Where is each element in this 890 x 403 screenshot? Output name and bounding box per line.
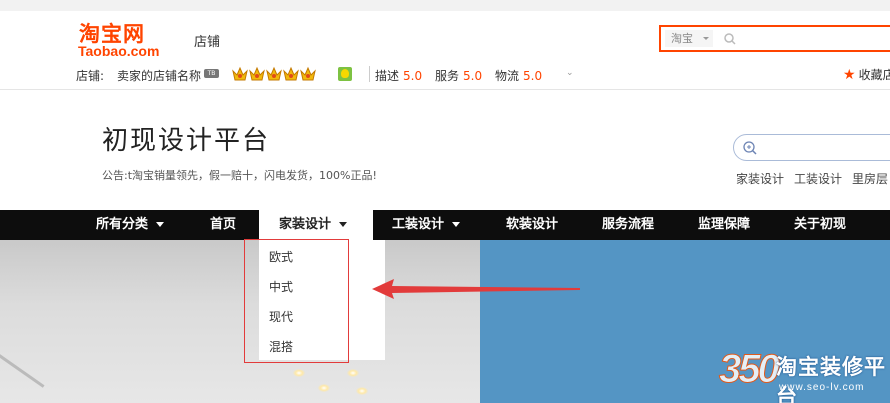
nav-home[interactable]: 首页 xyxy=(210,210,236,240)
shop-search-input[interactable] xyxy=(733,134,890,161)
nav-about[interactable]: 关于初现 xyxy=(794,210,846,240)
nav-soft-design[interactable]: 软装设计 xyxy=(506,210,558,240)
favorite-shop-button[interactable]: ★ 收藏店 xyxy=(843,66,890,83)
watermark-number: 350 xyxy=(719,347,781,392)
crown-rating[interactable] xyxy=(232,66,322,82)
taobao-search-box[interactable]: 淘宝 xyxy=(659,25,890,52)
shop-name-link[interactable]: 卖家的店铺名称 xyxy=(117,67,201,84)
consumer-guarantee-icon[interactable] xyxy=(338,67,352,81)
taobao-logo[interactable]: 淘宝网 Taobao.com xyxy=(76,18,168,60)
crown-icon xyxy=(266,66,282,81)
tag-link[interactable]: 家装设计 xyxy=(736,172,784,186)
shop-navbar: 所有分类 首页 工装设计 软装设计 服务流程 监理保障 关于初现 xyxy=(0,210,890,240)
search-scope-label: 淘宝 xyxy=(671,32,693,45)
search-icon xyxy=(743,141,757,155)
ceiling-lamp xyxy=(293,369,305,377)
search-icon xyxy=(724,33,736,45)
chevron-down-icon xyxy=(339,222,348,227)
tag-link[interactable]: 里房层 xyxy=(852,172,888,186)
tag-link[interactable]: 工装设计 xyxy=(794,172,842,186)
watermark-text: 淘宝装修平台 xyxy=(776,355,886,403)
rating-service: 服务 5.0 xyxy=(435,69,483,83)
nav-home-design-active[interactable]: 家装设计 xyxy=(259,210,373,240)
nav-all-categories[interactable]: 所有分类 xyxy=(96,210,165,240)
crown-icon xyxy=(300,66,316,81)
divider xyxy=(0,89,890,90)
watermark-url: www.seo-lv.com xyxy=(779,382,865,393)
nav-home-design[interactable]: 家装设计 xyxy=(279,210,348,240)
shop-title: 初现设计平台 xyxy=(102,126,271,156)
rating-description: 描述 5.0 xyxy=(375,69,423,83)
annotation-arrow-icon xyxy=(372,279,580,299)
nav-commercial-design[interactable]: 工装设计 xyxy=(392,210,461,240)
chevron-down-icon xyxy=(703,37,709,40)
logo-en: Taobao.com xyxy=(78,43,160,59)
watermark: 350 淘宝装修平台 www.seo-lv.com xyxy=(719,345,890,403)
annotation-highlight-box xyxy=(244,239,349,363)
nav-supervision[interactable]: 监理保障 xyxy=(698,210,750,240)
rating-logistics: 物流 5.0 xyxy=(495,69,543,83)
ceiling-lamp xyxy=(347,369,359,377)
crown-icon xyxy=(283,66,299,81)
divider xyxy=(369,66,370,82)
shop-search-tags: 家装设计 工装设计 里房层 xyxy=(736,170,890,187)
crown-icon xyxy=(249,66,265,81)
shop-word: 店铺 xyxy=(194,35,221,50)
hero-image-interior xyxy=(0,240,480,403)
chevron-down-icon xyxy=(452,222,461,227)
nav-service-process[interactable]: 服务流程 xyxy=(602,210,654,240)
top-strip xyxy=(0,0,890,11)
shop-page: 淘宝网 Taobao.com 店铺 淘宝 店铺: 卖家的店铺名称 TB 描述 5.… xyxy=(0,0,890,403)
ceiling-lamp xyxy=(356,387,368,395)
shop-notice: 公告:t淘宝销量领先，假一赔十，闪电发货，100%正品! xyxy=(102,169,377,182)
chevron-down-icon xyxy=(156,222,165,227)
chevron-down-icon[interactable]: ⌄ xyxy=(566,68,574,78)
tb-badge: TB xyxy=(204,69,219,78)
star-icon: ★ xyxy=(843,67,856,83)
crown-icon xyxy=(232,66,248,81)
ceiling-lamp xyxy=(318,384,330,392)
search-scope-select[interactable]: 淘宝 xyxy=(665,30,713,47)
shop-label: 店铺: xyxy=(76,69,105,83)
